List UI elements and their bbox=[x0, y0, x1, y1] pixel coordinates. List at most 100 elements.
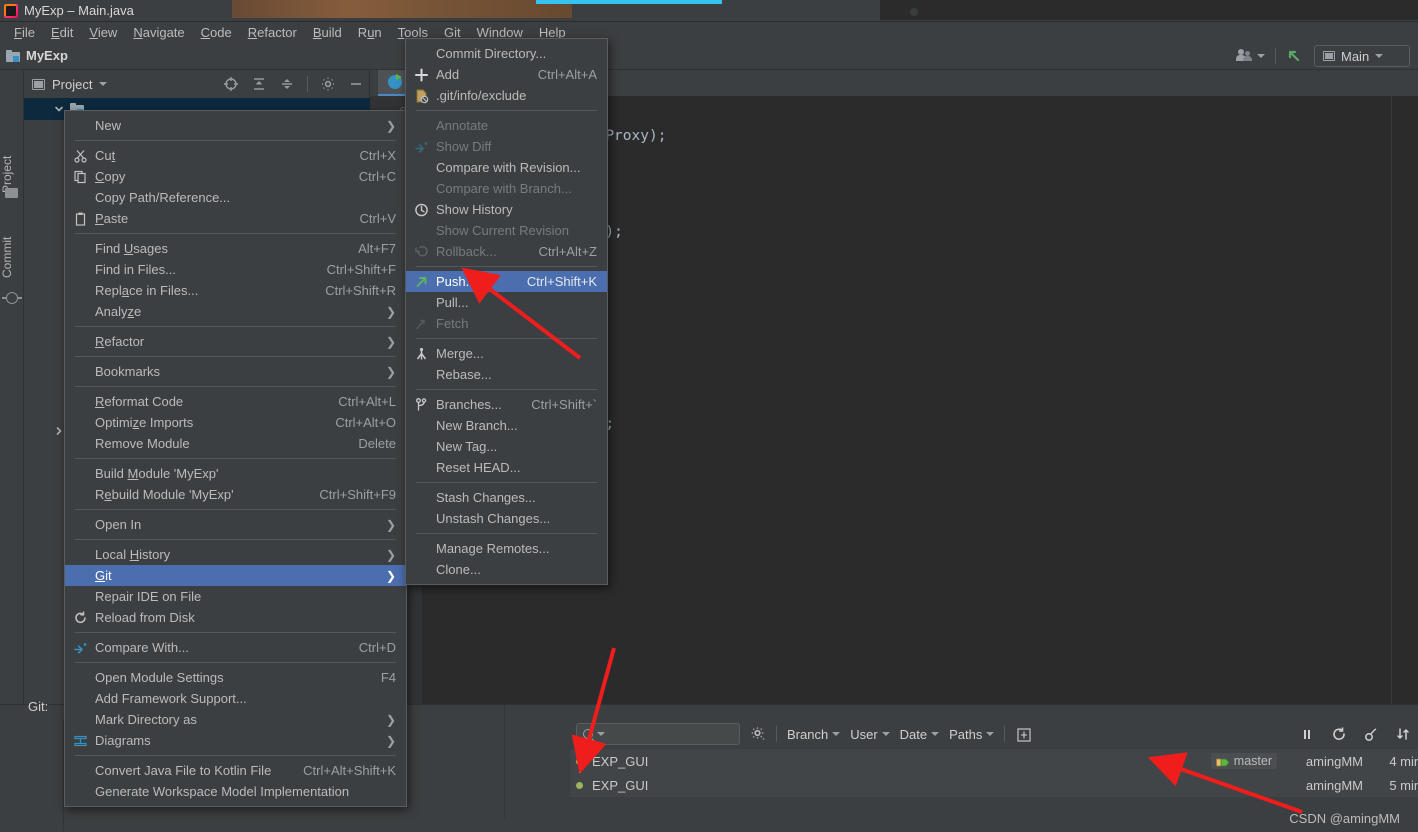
menu-item-label: Replace in Files... bbox=[95, 283, 199, 298]
project-folder-icon bbox=[5, 188, 18, 198]
collapse-all-icon[interactable] bbox=[279, 76, 295, 92]
menu-item-copy-path-reference[interactable]: Copy Path/Reference... bbox=[65, 187, 406, 208]
push-arrow-icon bbox=[414, 274, 429, 289]
menu-item-refactor[interactable]: Refactor ❯ bbox=[65, 331, 406, 352]
cherry-pick-icon[interactable] bbox=[1363, 726, 1379, 742]
menu-item-rollback: Rollback... Ctrl+Alt+Z bbox=[406, 241, 607, 262]
menu-item-commit-directory[interactable]: Commit Directory... bbox=[406, 43, 607, 64]
run-configuration-selector[interactable]: Main bbox=[1314, 45, 1410, 67]
git-filter-date[interactable]: Date bbox=[900, 727, 940, 742]
menu-item-git[interactable]: Git ❯ bbox=[65, 565, 406, 586]
update-project-icon[interactable] bbox=[1286, 47, 1304, 65]
chevron-down-icon[interactable] bbox=[597, 732, 605, 736]
chevron-down-icon[interactable] bbox=[99, 82, 108, 86]
chevron-down-icon[interactable] bbox=[1257, 54, 1265, 58]
menu-code[interactable]: Code bbox=[193, 24, 240, 41]
menu-item-label: Push... bbox=[436, 274, 477, 289]
menu-item-copy[interactable]: Copy Ctrl+C bbox=[65, 166, 406, 187]
menu-item-shortcut: Ctrl+Alt+O bbox=[335, 415, 396, 430]
branch-ref-badge[interactable]: master bbox=[1210, 753, 1277, 769]
menu-refactor[interactable]: Refactor bbox=[240, 24, 305, 41]
menu-item-fetch: Fetch bbox=[406, 313, 607, 334]
menu-item-mark-directory-as[interactable]: Mark Directory as ❯ bbox=[65, 709, 406, 730]
menu-item-analyze[interactable]: Analyze ❯ bbox=[65, 301, 406, 322]
menu-item-git-info-exclude[interactable]: .git/info/exclude bbox=[406, 85, 607, 106]
menu-item-show-history[interactable]: Show History bbox=[406, 199, 607, 220]
git-filter-branch[interactable]: Branch bbox=[787, 727, 841, 742]
menu-item-bookmarks[interactable]: Bookmarks ❯ bbox=[65, 361, 406, 382]
menu-item-add-framework-support[interactable]: Add Framework Support... bbox=[65, 688, 406, 709]
chevron-down-icon[interactable] bbox=[1375, 54, 1384, 58]
select-opened-file-icon[interactable] bbox=[223, 76, 239, 92]
git-search-input[interactable] bbox=[576, 723, 740, 745]
branch-ref-label: master bbox=[1233, 754, 1272, 768]
table-row[interactable]: EXP_GUI amingMM 5 minutes ago bbox=[570, 773, 1418, 797]
menu-item-manage-remotes[interactable]: Manage Remotes... bbox=[406, 538, 607, 559]
show-details-icon[interactable] bbox=[1015, 726, 1032, 742]
menu-item-convert-java-file-to-kotlin-file[interactable]: Convert Java File to Kotlin File Ctrl+Alt… bbox=[65, 760, 406, 781]
menu-separator bbox=[75, 755, 396, 756]
sort-icon[interactable] bbox=[1395, 726, 1411, 742]
menu-item-cut[interactable]: Cut Ctrl+X bbox=[65, 145, 406, 166]
menu-item-build-module-myexp[interactable]: Build Module 'MyExp' bbox=[65, 463, 406, 484]
project-context-menu[interactable]: New ❯ Cut Ctrl+X Copy Ctrl+C Copy Path/Referen… bbox=[64, 110, 407, 807]
menu-item-find-in-files[interactable]: Find in Files... Ctrl+Shift+F bbox=[65, 259, 406, 280]
menu-item-clone[interactable]: Clone... bbox=[406, 559, 607, 580]
menu-item-label: Merge... bbox=[436, 346, 484, 361]
git-log-settings-gear-icon[interactable] bbox=[750, 726, 766, 742]
menu-item-reset-head[interactable]: Reset HEAD... bbox=[406, 457, 607, 478]
menu-build[interactable]: Build bbox=[305, 24, 350, 41]
menu-file[interactable]: File bbox=[6, 24, 43, 41]
menu-navigate[interactable]: Navigate bbox=[125, 24, 192, 41]
menu-item-reload-from-disk[interactable]: Reload from Disk bbox=[65, 607, 406, 628]
people-icon[interactable] bbox=[1236, 49, 1253, 63]
menu-item-add[interactable]: Add Ctrl+Alt+A bbox=[406, 64, 607, 85]
menu-item-diagrams[interactable]: Diagrams ❯ bbox=[65, 730, 406, 751]
commit-author: amingMM bbox=[1305, 753, 1363, 769]
menu-item-compare-with-revision[interactable]: Compare with Revision... bbox=[406, 157, 607, 178]
menu-item-compare-with[interactable]: Compare With... Ctrl+D bbox=[65, 637, 406, 658]
expand-all-icon[interactable] bbox=[251, 76, 267, 92]
git-search-field[interactable] bbox=[609, 727, 729, 741]
menu-item-new[interactable]: New ❯ bbox=[65, 115, 406, 136]
breadcrumb-project-name[interactable]: MyExp bbox=[26, 48, 68, 63]
menu-run[interactable]: Run bbox=[350, 24, 390, 41]
chevron-right-icon: ❯ bbox=[385, 733, 396, 748]
menu-item-new-tag[interactable]: New Tag... bbox=[406, 436, 607, 457]
menu-item-replace-in-files[interactable]: Replace in Files... Ctrl+Shift+R bbox=[65, 280, 406, 301]
settings-gear-icon[interactable] bbox=[320, 76, 336, 92]
menu-item-new-branch[interactable]: New Branch... bbox=[406, 415, 607, 436]
title-artifact-overlay-dark bbox=[880, 0, 1418, 20]
editor-marker-gutter[interactable] bbox=[1392, 96, 1418, 704]
menu-item-generate-workspace-model-implementation[interactable]: Generate Workspace Model Implementation bbox=[65, 781, 406, 802]
menu-item-pull[interactable]: Pull... bbox=[406, 292, 607, 313]
menu-item-find-usages[interactable]: Find Usages Alt+F7 bbox=[65, 238, 406, 259]
menu-view[interactable]: View bbox=[81, 24, 125, 41]
divider bbox=[1004, 726, 1006, 742]
menu-item-local-history[interactable]: Local History ❯ bbox=[65, 544, 406, 565]
commit-date: 5 minutes ago bbox=[1389, 777, 1418, 793]
menu-edit[interactable]: Edit bbox=[43, 24, 81, 41]
menu-item-open-module-settings[interactable]: Open Module Settings F4 bbox=[65, 667, 406, 688]
menu-item-rebase[interactable]: Rebase... bbox=[406, 364, 607, 385]
menu-item-optimize-imports[interactable]: Optimize Imports Ctrl+Alt+O bbox=[65, 412, 406, 433]
menu-item-open-in[interactable]: Open In ❯ bbox=[65, 514, 406, 535]
table-row[interactable]: EXP_GUI master amingMM 4 minutes ago bbox=[570, 749, 1418, 786]
hide-panel-icon[interactable] bbox=[348, 76, 364, 92]
pause-icon[interactable] bbox=[1299, 726, 1315, 742]
menu-item-paste[interactable]: Paste Ctrl+V bbox=[65, 208, 406, 229]
menu-item-push[interactable]: Push... Ctrl+Shift+K bbox=[406, 271, 607, 292]
menu-item-branches[interactable]: Branches... Ctrl+Shift+` bbox=[406, 394, 607, 415]
sidebar-item-commit[interactable]: Commit bbox=[0, 226, 24, 288]
git-filter-user[interactable]: User bbox=[850, 727, 890, 742]
menu-item-repair-ide-on-file[interactable]: Repair IDE on File bbox=[65, 586, 406, 607]
menu-item-reformat-code[interactable]: Reformat Code Ctrl+Alt+L bbox=[65, 391, 406, 412]
git-filter-paths[interactable]: Paths bbox=[949, 727, 995, 742]
git-submenu[interactable]: Commit Directory... Add Ctrl+Alt+A .git/inf… bbox=[405, 38, 608, 585]
menu-item-stash-changes[interactable]: Stash Changes... bbox=[406, 487, 607, 508]
refresh-icon[interactable] bbox=[1331, 726, 1347, 742]
menu-item-unstash-changes[interactable]: Unstash Changes... bbox=[406, 508, 607, 529]
menu-item-merge[interactable]: Merge... bbox=[406, 343, 607, 364]
menu-item-rebuild-module-myexp[interactable]: Rebuild Module 'MyExp' Ctrl+Shift+F9 bbox=[65, 484, 406, 505]
menu-item-remove-module[interactable]: Remove Module Delete bbox=[65, 433, 406, 454]
